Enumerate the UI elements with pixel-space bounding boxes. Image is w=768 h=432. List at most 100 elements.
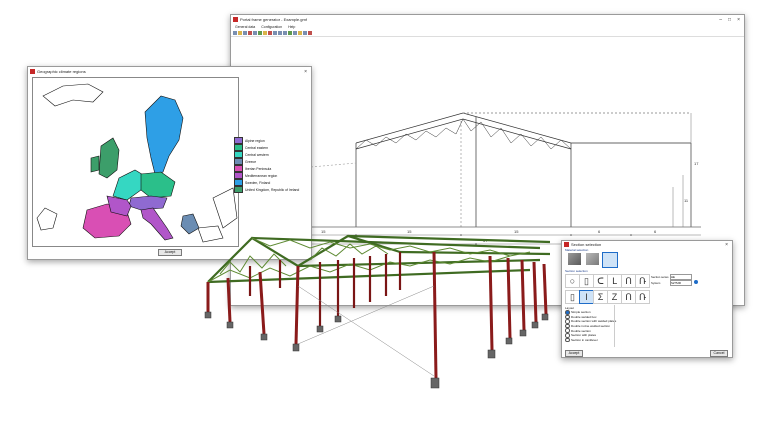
material-concrete-icon[interactable] [586, 253, 599, 265]
radio-label: Simple section [571, 310, 591, 315]
legend-label: Mediterranean region [245, 173, 278, 178]
radio-label: Double section with welded plates [571, 319, 617, 324]
pan-icon[interactable] [288, 30, 292, 35]
section-channel-icon[interactable]: ᑕ [593, 274, 608, 288]
section-close-icon[interactable]: × [725, 242, 728, 248]
section-double-hat-icon[interactable]: Ռ [635, 290, 650, 304]
region-uk-ireland [98, 137, 120, 179]
close-icon[interactable]: × [737, 17, 740, 23]
save-icon[interactable] [243, 30, 247, 35]
legend-swatch [234, 151, 243, 158]
refresh-icon[interactable] [293, 30, 297, 35]
height-dim: 17 [694, 161, 699, 166]
radio-label: Double welded box [571, 314, 597, 319]
radio-label: Double in-line welded section [571, 324, 611, 329]
legend-label: United Kingdom, Republic of Ireland [245, 187, 300, 192]
map-app-icon [30, 69, 35, 74]
legend-item-greece: Greece [234, 158, 310, 165]
layout-radio-group: Simple section Double welded box Double … [565, 310, 616, 343]
section-sigma-icon[interactable]: Σ [593, 290, 608, 304]
menu-general-data[interactable]: General data [235, 25, 255, 29]
legend-item-central-western: Central western [234, 151, 310, 158]
section-i-icon[interactable]: I [579, 290, 594, 304]
region-alpine [128, 195, 168, 211]
settings-icon[interactable] [298, 30, 302, 35]
material-steel-icon[interactable] [568, 253, 581, 265]
open-icon[interactable] [238, 30, 242, 35]
span-dim-4: 6 [598, 229, 601, 234]
legend-item-central-eastern: Central eastern [234, 144, 310, 151]
section-lipped-z-icon[interactable]: Ζ [607, 290, 622, 304]
legend-item-sweden-finland: Sweden, Finland [234, 179, 310, 186]
menu-help[interactable]: Help [288, 25, 295, 29]
legend-label: Central eastern [245, 145, 269, 150]
region-sweden-finland [144, 95, 184, 175]
section-types-label: Section selection [565, 269, 588, 273]
legend-label: Alpine region [245, 138, 265, 143]
section-z-icon[interactable]: Լ [607, 274, 622, 288]
legend-label: Central western [245, 152, 269, 157]
map-title: Geographic climate regions [37, 69, 86, 74]
legend-swatch [234, 179, 243, 186]
minimize-icon[interactable]: – [719, 17, 722, 23]
section-app-icon [564, 242, 569, 247]
view-3d-icon[interactable] [303, 30, 307, 35]
zoom-out-icon[interactable] [278, 30, 282, 35]
new-icon[interactable] [233, 30, 237, 35]
system-label: System [651, 281, 661, 285]
section-title: Section selection [571, 242, 602, 247]
maximize-icon[interactable]: □ [728, 17, 731, 23]
info-icon[interactable] [694, 280, 698, 284]
section-window: Section selection × Material selection S… [561, 240, 733, 358]
generator-titlebar: Portal frame generator - Example.gmf – □… [231, 15, 744, 24]
height-dim-2: 11 [684, 198, 689, 203]
section-omega-icon[interactable]: Ո [621, 274, 636, 288]
legend-item-mediterranean: Mediterranean region [234, 172, 310, 179]
material-label: Material selection [565, 248, 589, 252]
legend-swatch [234, 172, 243, 179]
legend-swatch [234, 137, 243, 144]
legend-item-uk-ireland: United Kingdom, Republic of Ireland [234, 186, 310, 193]
divider [614, 305, 615, 347]
region-central-eastern [140, 171, 176, 199]
legend-label: Iberian Peninsula [245, 166, 272, 171]
section-box-icon[interactable]: ▯ [565, 290, 580, 304]
system-select[interactable]: S275JR [670, 280, 692, 286]
calculate-icon[interactable] [268, 30, 272, 35]
legend-label: Sweden, Finland [245, 180, 271, 185]
section-accept-button[interactable]: Accept [565, 350, 583, 357]
legend-swatch [234, 158, 243, 165]
structure-3d-view [204, 234, 551, 389]
legend-swatch [234, 165, 243, 172]
map-titlebar: Geographic climate regions × [28, 67, 311, 76]
zoom-in-icon[interactable] [273, 30, 277, 35]
layout-option-double-plates[interactable]: Double section with welded plates [565, 319, 616, 324]
legend-label: Greece [245, 159, 257, 164]
export-icon[interactable] [263, 30, 267, 35]
map-accept-button[interactable]: Accept [158, 249, 182, 256]
radio-label: Section with plates [571, 333, 597, 338]
generator-title: Portal frame generator - Example.gmf [240, 17, 307, 22]
map-close-icon[interactable]: × [304, 69, 307, 75]
redo-icon[interactable] [258, 30, 262, 35]
layout-option-double-inline[interactable]: Double in-line welded section [565, 323, 616, 329]
section-hat-icon[interactable]: Ո [621, 290, 636, 304]
material-cold-formed-icon[interactable] [602, 252, 618, 268]
radio-dot [565, 310, 570, 315]
section-rectangular-icon[interactable]: ▯ [579, 274, 594, 288]
region-central-western [112, 169, 146, 201]
map-legend: Alpine region Central eastern Central we… [234, 137, 310, 193]
menu-configuration[interactable]: Configuration [261, 25, 282, 29]
section-circular-icon[interactable]: ○ [565, 274, 580, 288]
zoom-window-icon[interactable] [283, 30, 287, 35]
print-icon[interactable] [248, 30, 252, 35]
span-dim-5: 6 [654, 229, 657, 234]
help-icon[interactable] [308, 30, 312, 35]
undo-icon[interactable] [253, 30, 257, 35]
radio-label: Section in cantilever [571, 337, 598, 342]
radio-label: Double section [571, 328, 591, 333]
section-double-omega-icon[interactable]: Ռ [635, 274, 650, 288]
section-cancel-button[interactable]: Cancel [710, 350, 728, 357]
layout-option-cantilever[interactable]: Section in cantilever [565, 337, 616, 343]
generator-toolbar [231, 29, 744, 37]
